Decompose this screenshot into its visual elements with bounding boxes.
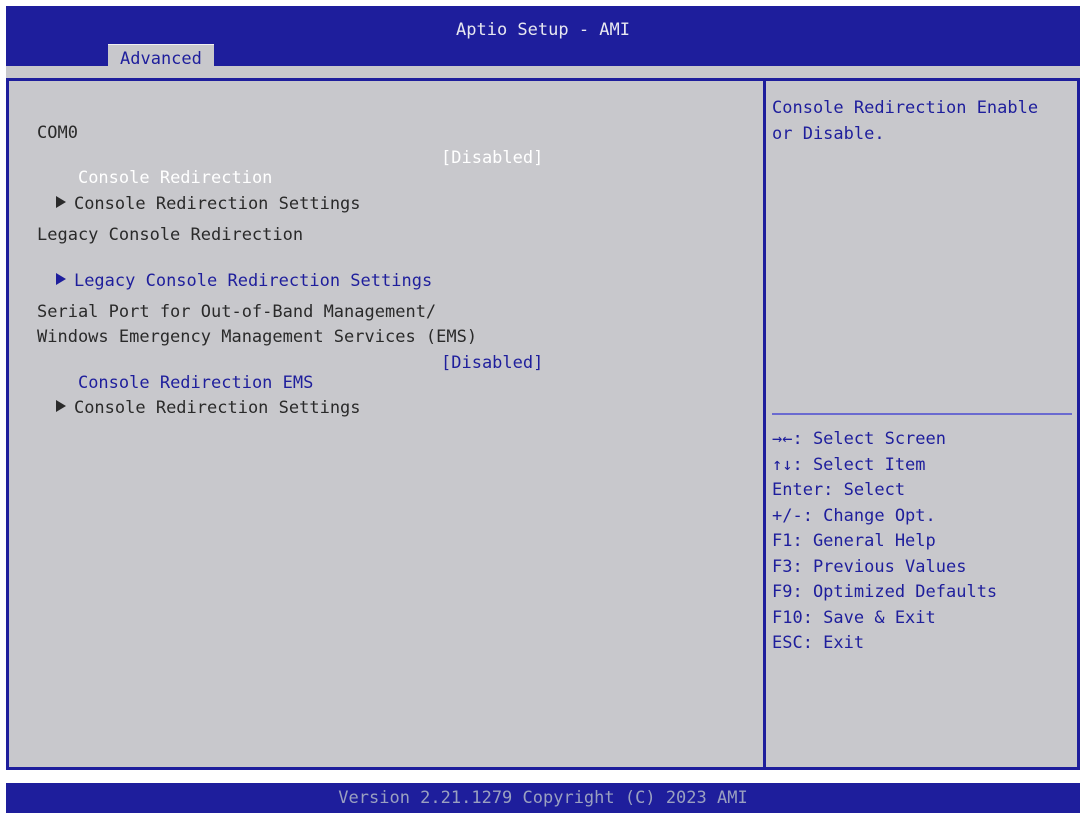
ems-settings-label: Console Redirection Settings [73,398,361,418]
console-redirection-ems-value[interactable]: [Disabled] [441,353,543,373]
key-hint-f3: F3: Previous Values [772,557,967,577]
settings-panel: COM0 Console Redirection [Disabled] Cons… [6,78,766,770]
app-title: Aptio Setup - AMI [456,20,630,40]
legacy-heading: Legacy Console Redirection [37,225,304,245]
com-port-label: COM0 [37,123,78,143]
key-hint-f1: F1: General Help [772,531,936,551]
submenu-arrow-icon [55,273,66,285]
help-description: Console Redirection Enable or Disable. [772,98,1039,144]
title-bar: Aptio Setup - AMI Advanced [6,6,1080,72]
key-hint-enter: Enter: Select [772,480,906,500]
key-hint-select-screen: →←: Select Screen [772,429,946,449]
key-hint-select-item: ↑↓: Select Item [772,455,926,475]
ems-console-redirection-settings-link[interactable]: Console Redirection Settings [15,378,361,438]
key-hint-f10: F10: Save & Exit [772,608,936,628]
oob-heading-line-1: Serial Port for Out-of-Band Management/ [37,302,437,322]
console-redirection-settings-label: Console Redirection Settings [73,194,361,214]
tab-strip-gap [6,66,1080,78]
version-footer: Version 2.21.1279 Copyright (C) 2023 AMI [6,783,1080,813]
key-hint-change-opt: +/-: Change Opt. [772,506,936,526]
legacy-settings-label: Legacy Console Redirection Settings [73,271,433,291]
submenu-arrow-icon [55,196,66,208]
submenu-arrow-icon [55,400,66,412]
console-redirection-value[interactable]: [Disabled] [441,148,543,168]
help-divider [772,413,1072,415]
oob-heading-line-2: Windows Emergency Management Services (E… [37,327,478,347]
key-hint-esc: ESC: Exit [772,633,865,653]
help-panel: Console Redirection Enable or Disable. →… [766,78,1080,770]
key-hint-f9: F9: Optimized Defaults [772,582,998,602]
